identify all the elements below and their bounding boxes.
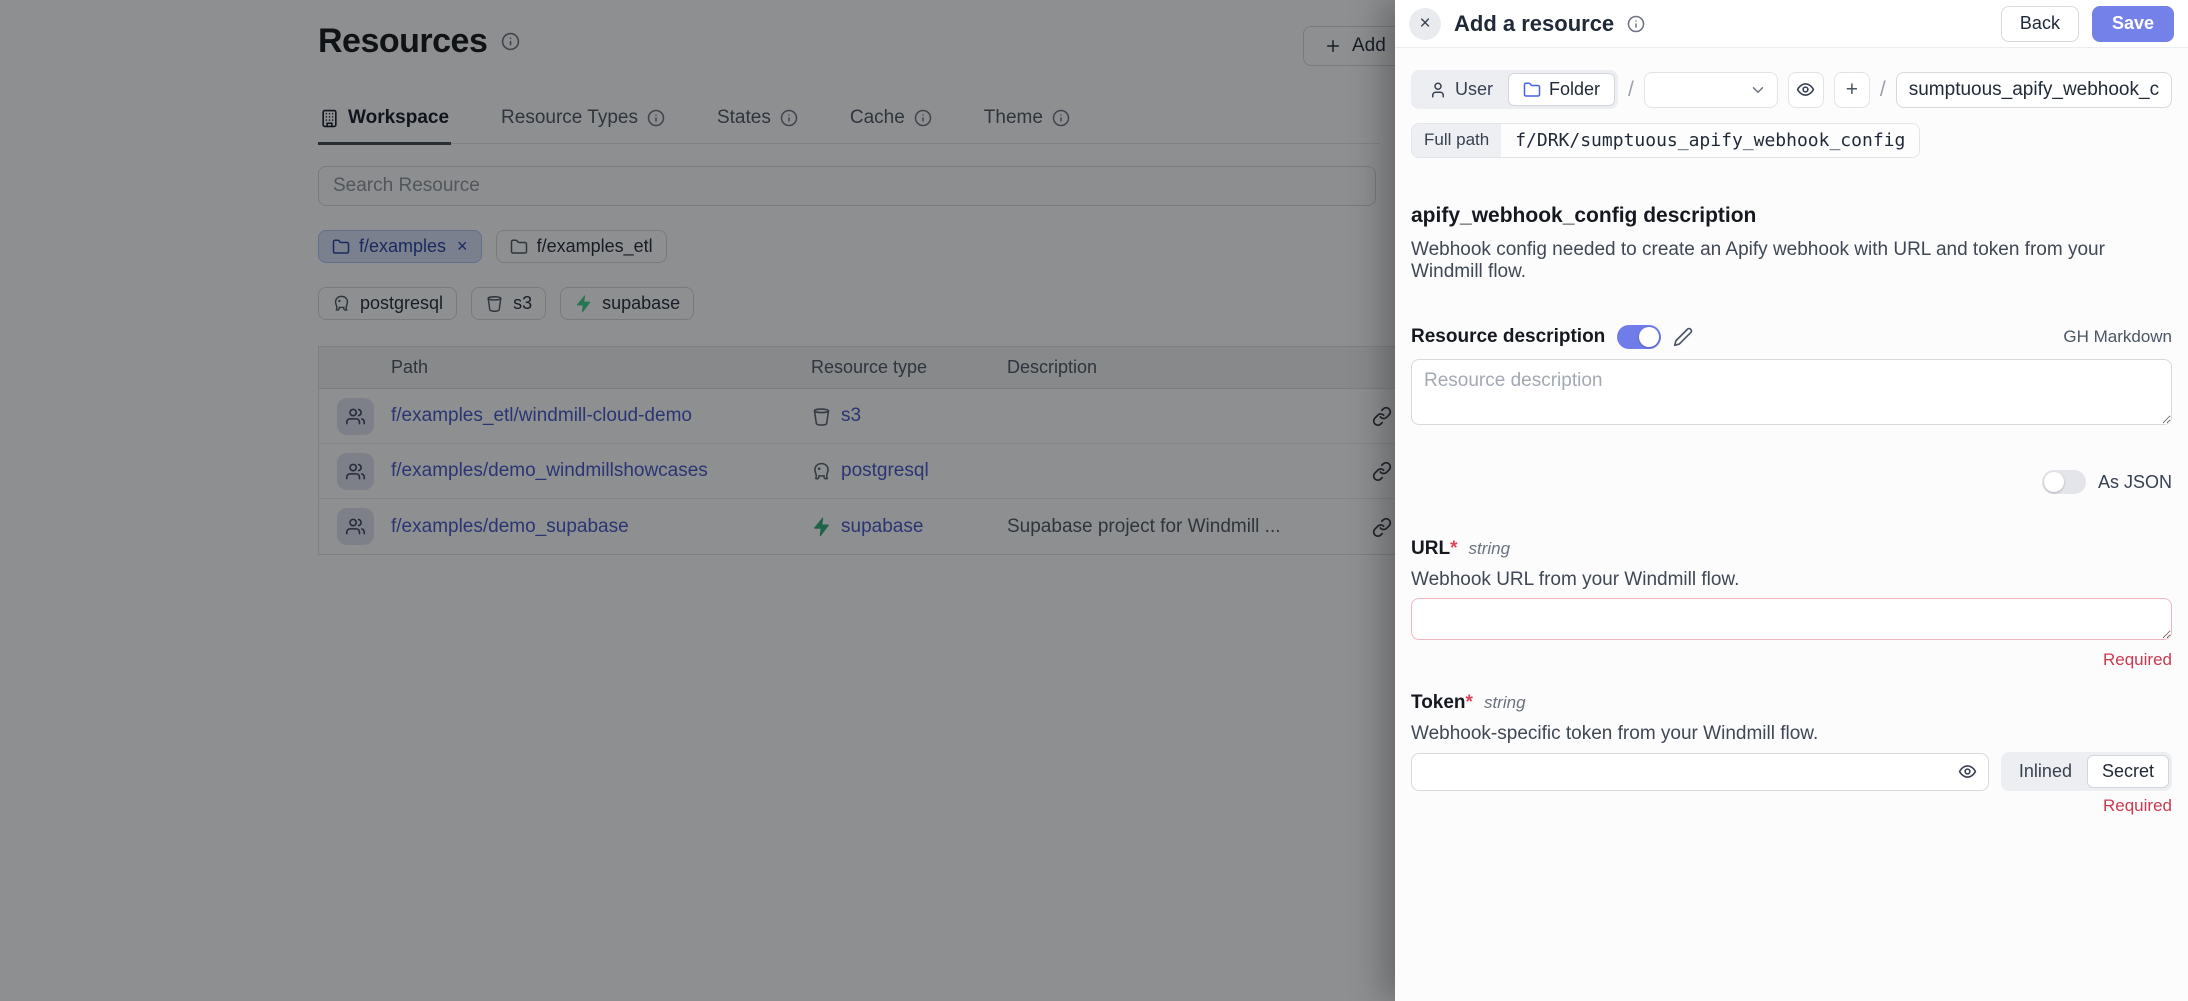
user-icon	[1429, 81, 1447, 99]
owner-user-segment[interactable]: User	[1414, 73, 1508, 106]
secret-segment[interactable]: Secret	[2087, 755, 2169, 788]
save-button[interactable]: Save	[2092, 6, 2174, 42]
resource-description-textarea[interactable]	[1411, 359, 2172, 425]
folder-icon	[1523, 81, 1541, 99]
inlined-segment[interactable]: Inlined	[2004, 755, 2087, 788]
token-input[interactable]	[1411, 753, 1989, 791]
path-separator: /	[1880, 78, 1886, 102]
token-secrecy-toggle: Inlined Secret	[2001, 752, 2172, 791]
info-icon[interactable]	[1627, 15, 1645, 33]
schema-description: Webhook config needed to create an Apify…	[1411, 239, 2172, 283]
schema-heading: apify_webhook_config description	[1411, 204, 2172, 228]
token-field-type: string	[1484, 693, 1526, 713]
chevron-down-icon	[1749, 81, 1767, 99]
pencil-icon[interactable]	[1673, 327, 1693, 347]
token-field-help: Webhook-specific token from your Windmil…	[1411, 723, 2172, 745]
add-resource-drawer: × Add a resource Back Save User Folder /	[1395, 0, 2188, 1001]
url-field-help: Webhook URL from your Windmill flow.	[1411, 569, 2172, 591]
eye-icon[interactable]	[1958, 762, 1977, 781]
folder-select[interactable]	[1644, 72, 1778, 108]
token-required-message: Required	[1411, 796, 2172, 816]
url-required-message: Required	[1411, 650, 2172, 670]
view-folder-button[interactable]	[1788, 72, 1824, 108]
url-input[interactable]	[1411, 598, 2172, 640]
resource-path-builder: User Folder / + /	[1411, 70, 2172, 109]
as-json-toggle[interactable]	[2042, 470, 2086, 494]
token-field-label: Token*	[1411, 692, 1473, 714]
drawer-title: Add a resource	[1454, 11, 1614, 37]
new-folder-button[interactable]: +	[1834, 72, 1870, 108]
eye-icon	[1796, 80, 1815, 99]
required-asterisk: *	[1450, 538, 1457, 559]
resource-name-input[interactable]	[1896, 72, 2172, 108]
required-asterisk: *	[1466, 692, 1473, 713]
url-field-type: string	[1468, 539, 1510, 559]
plus-icon: +	[1846, 78, 1858, 102]
url-field-label: URL*	[1411, 538, 1457, 560]
back-button[interactable]: Back	[2001, 6, 2079, 42]
gh-markdown-hint: GH Markdown	[2063, 327, 2172, 347]
full-path: Full path f/DRK/sumptuous_apify_webhook_…	[1411, 123, 1920, 158]
full-path-label: Full path	[1412, 124, 1501, 157]
owner-folder-segment[interactable]: Folder	[1508, 73, 1615, 106]
resource-description-label: Resource description	[1411, 326, 1605, 348]
description-toggle[interactable]	[1617, 325, 1661, 349]
drawer-body: User Folder / + / Full path f/DRK/s	[1395, 48, 2188, 838]
path-separator: /	[1628, 78, 1634, 102]
owner-kind-toggle: User Folder	[1411, 70, 1618, 109]
close-icon[interactable]: ×	[1409, 8, 1441, 40]
full-path-value: f/DRK/sumptuous_apify_webhook_config	[1501, 124, 1919, 157]
field-url: URL* string Webhook URL from your Windmi…	[1411, 538, 2172, 670]
as-json-label: As JSON	[2098, 472, 2172, 493]
drawer-header: × Add a resource Back Save	[1395, 0, 2188, 48]
field-token: Token* string Webhook-specific token fro…	[1411, 692, 2172, 816]
